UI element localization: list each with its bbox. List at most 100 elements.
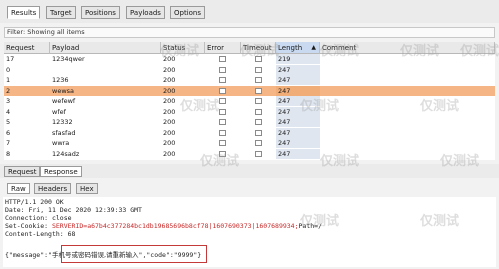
table-row[interactable]: 0 200 247 [4, 64, 495, 75]
response-viewer[interactable]: HTTP/1.1 200 OK Date: Fri, 11 Dec 2020 1… [3, 197, 496, 267]
tab-payloads[interactable]: Payloads [126, 6, 165, 19]
cell-status: 200 [163, 107, 176, 116]
timeout-checkbox [255, 66, 262, 73]
highlight-box [61, 245, 207, 263]
timeout-checkbox [255, 150, 262, 157]
response-status-line: HTTP/1.1 200 OK [5, 198, 64, 206]
timeout-checkbox [255, 140, 262, 146]
column-header-request[interactable]: Request [4, 42, 50, 54]
tab-target[interactable]: Target [46, 6, 76, 19]
set-cookie-label: Set-Cookie: [5, 222, 52, 230]
cell-payload: wfef [52, 107, 66, 116]
cell-length: 247 [278, 128, 291, 137]
cell-request: 6 [6, 128, 11, 137]
view-tab-bar: Raw Headers Hex [0, 181, 499, 195]
cell-payload: wefewf [52, 97, 76, 105]
cell-length: 247 [278, 65, 291, 74]
response-set-cookie-header: Set-Cookie: SERVERID=a67b4c377284bc1db19… [5, 222, 322, 230]
cell-payload: 124sadz [52, 149, 80, 158]
cell-payload: sfasfad [52, 128, 76, 137]
tab-headers[interactable]: Headers [34, 183, 72, 194]
cell-status: 200 [163, 76, 176, 84]
set-cookie-path: Path=/ [298, 222, 322, 230]
tab-results[interactable]: Results [7, 6, 41, 19]
cell-request: 1 [6, 76, 11, 84]
column-header-comment[interactable]: Comment [320, 42, 495, 54]
table-row[interactable]: 6 sfasfad 200 247 [4, 127, 495, 138]
table-row[interactable]: 3 wefewf 200 247 [4, 96, 495, 106]
tab-response[interactable]: Response [40, 166, 82, 177]
response-connection-header: Connection: close [5, 214, 72, 222]
cell-status: 200 [163, 86, 176, 95]
cell-request: 8 [6, 149, 11, 158]
column-header-length[interactable]: Length ▲ [276, 42, 320, 54]
table-row[interactable]: 7 wwra 200 247 [4, 138, 495, 148]
tab-hex[interactable]: Hex [76, 183, 98, 194]
cell-length: 247 [278, 118, 291, 126]
timeout-checkbox [255, 129, 262, 136]
tab-raw[interactable]: Raw [7, 183, 30, 194]
response-date-header: Date: Fri, 11 Dec 2020 12:39:33 GMT [5, 206, 142, 214]
table-row[interactable]: 17 1234qwer 200 219 [4, 54, 495, 64]
sort-ascending-icon: ▲ [311, 44, 316, 51]
request-response-tab-bar: Request Response [0, 164, 499, 178]
error-checkbox [219, 56, 226, 62]
table-row[interactable]: 5 12332 200 247 [4, 117, 495, 127]
cell-request: 0 [6, 65, 11, 74]
error-checkbox [219, 150, 226, 157]
error-checkbox [219, 108, 226, 115]
timeout-checkbox [255, 119, 262, 125]
cell-request: 3 [6, 97, 11, 105]
cell-request: 7 [6, 139, 11, 147]
error-checkbox [219, 66, 226, 73]
timeout-checkbox [255, 77, 262, 83]
tab-positions[interactable]: Positions [81, 6, 120, 19]
cell-status: 200 [163, 65, 176, 74]
error-checkbox [219, 98, 226, 104]
cell-payload: wewsa [52, 86, 75, 95]
error-checkbox [219, 87, 226, 94]
cell-status: 200 [163, 118, 176, 126]
cell-length: 247 [278, 107, 291, 116]
tab-request[interactable]: Request [4, 166, 41, 177]
column-header-timeout[interactable]: Timeout [241, 42, 276, 54]
set-cookie-value: SERVERID=a67b4c377284bc1db19685696b8cf78… [51, 222, 299, 230]
cell-payload: 1234qwer [52, 55, 85, 63]
cell-status: 200 [163, 139, 176, 147]
cell-length: 247 [278, 149, 291, 158]
cell-payload [50, 65, 52, 75]
filter-bar[interactable]: Filter: Showing all items [4, 27, 495, 38]
table-row[interactable]: 8 124sadz 200 247 [4, 148, 495, 159]
cell-payload: 12332 [52, 118, 73, 126]
cell-length: 219 [278, 55, 291, 63]
timeout-checkbox [255, 108, 262, 115]
cell-status: 200 [163, 149, 176, 158]
column-header-error[interactable]: Error [205, 42, 241, 54]
error-checkbox [219, 140, 226, 146]
table-row[interactable]: 4 wfef 200 247 [4, 106, 495, 117]
cell-request: 2 [6, 86, 11, 95]
error-checkbox [219, 77, 226, 83]
table-row[interactable]: 2 wewsa 200 247 [4, 85, 495, 96]
cell-status: 200 [163, 55, 176, 63]
cell-request: 17 [6, 55, 15, 63]
tab-options[interactable]: Options [170, 6, 206, 19]
cell-request: 5 [6, 118, 11, 126]
length-header-label: Length [278, 44, 303, 52]
cell-status: 200 [163, 128, 176, 137]
column-header-payload[interactable]: Payload [50, 42, 161, 54]
timeout-checkbox [255, 98, 262, 104]
column-header-status[interactable]: Status [161, 42, 205, 54]
cell-length: 247 [278, 76, 291, 84]
response-content-length-header: Content-Length: 68 [5, 230, 76, 238]
table-row[interactable]: 1 1236 200 247 [4, 75, 495, 85]
cell-length: 247 [278, 97, 291, 105]
cell-payload: wwra [52, 139, 70, 147]
cell-request: 4 [6, 107, 11, 116]
cell-length: 247 [278, 86, 291, 95]
main-tab-bar: Results Target Positions Payloads Option… [0, 0, 499, 23]
results-table: Request Payload Status Error Timeout Len… [4, 42, 495, 160]
error-checkbox [219, 129, 226, 136]
cell-length: 247 [278, 139, 291, 147]
error-checkbox [219, 119, 226, 125]
